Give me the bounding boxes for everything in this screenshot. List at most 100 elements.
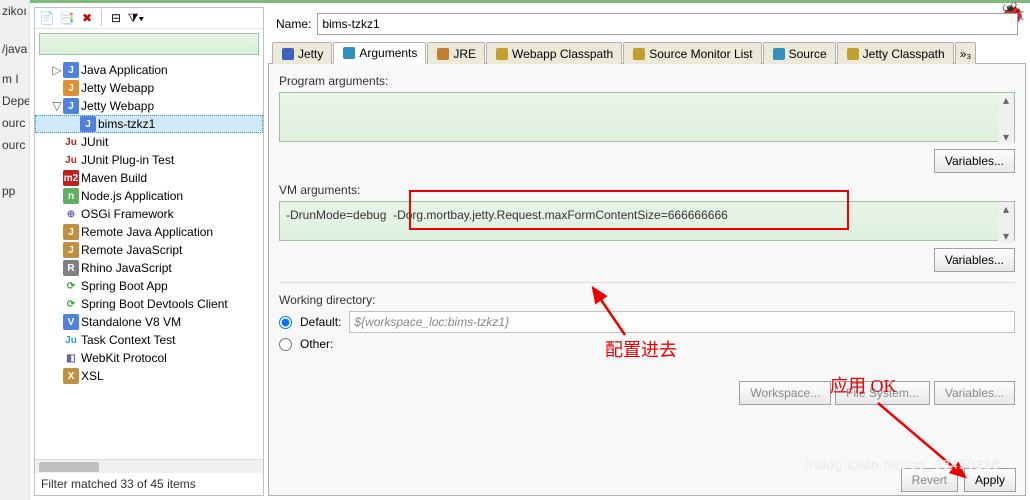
tree-item[interactable]: JuJUnit (35, 133, 263, 151)
wd-default-radio[interactable] (279, 316, 292, 329)
filter-icon[interactable]: ⧩▾ (128, 10, 144, 26)
expander-icon[interactable]: ▽ (51, 99, 63, 113)
tree-item[interactable]: Jbims-tzkz1 (35, 115, 263, 133)
tab-source-monitor-list[interactable]: Source Monitor List (623, 42, 761, 64)
tab-source[interactable]: Source (763, 42, 836, 64)
tree-item[interactable]: JRemote JavaScript (35, 241, 263, 259)
tree-item[interactable]: ▽JJetty Webapp (35, 97, 263, 115)
textarea-scrollbar[interactable]: ▴▾ (998, 202, 1014, 243)
tree-item[interactable]: JuJUnit Plug-in Test (35, 151, 263, 169)
tree-item[interactable]: JuTask Context Test (35, 331, 263, 349)
tree-item-label: Task Context Test (81, 333, 176, 347)
tree-item[interactable]: JJetty Webapp (35, 79, 263, 97)
tree-item[interactable]: ⊕OSGi Framework (35, 205, 263, 223)
config-type-icon: J (63, 242, 79, 258)
tab-icon (436, 47, 450, 61)
duplicate-icon[interactable]: 📑 (59, 10, 75, 26)
vm-args-input[interactable]: -DrunMode=debug -Dorg.mortbay.jetty.Requ… (279, 201, 1015, 241)
name-label: Name: (276, 17, 311, 31)
delete-icon[interactable]: ✖ (79, 10, 95, 26)
apply-button[interactable]: Apply (964, 468, 1016, 492)
tab-icon (495, 47, 509, 61)
collapse-icon[interactable]: ⊟ (108, 10, 124, 26)
workspace-button: Workspace... (739, 381, 831, 405)
tab-label: JRE (453, 47, 476, 61)
working-dir-label: Working directory: (279, 293, 1015, 307)
tab-label: Arguments (359, 46, 417, 60)
tree-item[interactable]: XXSL (35, 367, 263, 385)
tree-item-label: Jetty Webapp (81, 99, 154, 113)
tree-item[interactable]: ⟳Spring Boot App (35, 277, 263, 295)
wd-other-radio[interactable] (279, 338, 292, 351)
tab-icon (772, 47, 786, 61)
config-detail-panel: Name: Jetty Arguments JRE Webapp Classpath S… (268, 7, 1026, 496)
tree-item-label: JUnit Plug-in Test (81, 153, 174, 167)
new-icon[interactable]: 📄 (39, 10, 55, 26)
tree-item-label: Remote JavaScript (81, 243, 182, 257)
tree-item[interactable]: m2Maven Build (35, 169, 263, 187)
tree-item[interactable]: nNode.js Application (35, 187, 263, 205)
config-type-icon: Ju (63, 152, 79, 168)
tab-label: Jetty (298, 47, 323, 61)
tree-item[interactable]: ◧WebKit Protocol (35, 349, 263, 367)
config-type-icon: Ju (63, 134, 79, 150)
tab-icon (632, 47, 646, 61)
tabs-overflow-button[interactable]: »₃ (955, 42, 977, 64)
config-type-icon: m2 (63, 170, 79, 186)
config-type-icon: ⟳ (63, 296, 79, 312)
config-type-icon: J (63, 62, 79, 78)
tree-item[interactable]: RRhino JavaScript (35, 259, 263, 277)
variables-button: Variables... (934, 381, 1015, 405)
tab-jetty-classpath[interactable]: Jetty Classpath (837, 42, 954, 64)
tree-item[interactable]: JRemote Java Application (35, 223, 263, 241)
tree-item-label: OSGi Framework (81, 207, 174, 221)
config-type-icon: V (63, 314, 79, 330)
tree-item-label: WebKit Protocol (81, 351, 167, 365)
tree-item-label: bims-tzkz1 (98, 117, 155, 131)
tab-icon (342, 46, 356, 60)
revert-button: Revert (901, 468, 958, 492)
dialog-footer: RevertApply (901, 468, 1016, 492)
tree-item[interactable]: VStandalone V8 VM (35, 313, 263, 331)
tree-item-label: Rhino JavaScript (81, 261, 172, 275)
tab-icon (846, 47, 860, 61)
config-type-icon: X (63, 368, 79, 384)
launch-config-sidebar: 📄 📑 ✖ ⊟ ⧩▾ ▷JJava ApplicationJJetty Weba… (34, 7, 264, 496)
tree-item[interactable]: ▷JJava Application (35, 61, 263, 79)
tree-item-label: Java Application (81, 63, 168, 77)
file-system-button: File System... (835, 381, 930, 405)
main-panel: 🐞 📄 📑 ✖ ⊟ ⧩▾ ▷JJava ApplicationJJetty We… (30, 0, 1030, 500)
tab-label: Jetty Classpath (863, 47, 945, 61)
tree-item-label: Spring Boot Devtools Client (81, 297, 228, 311)
tree-item-label: Node.js Application (81, 189, 183, 203)
tree-item[interactable]: ⟳Spring Boot Devtools Client (35, 295, 263, 313)
wd-default-label: Default: (300, 315, 341, 329)
config-type-icon: J (63, 224, 79, 240)
tab-label: Source Monitor List (649, 47, 752, 61)
tab-arguments[interactable]: Arguments (333, 42, 426, 64)
tab-label: Webapp Classpath (512, 47, 613, 61)
tree-item-label: Remote Java Application (81, 225, 213, 239)
program-variables-button[interactable]: Variables... (934, 149, 1015, 173)
horizontal-scrollbar[interactable] (35, 459, 263, 473)
filter-input[interactable] (39, 33, 259, 55)
tree-item-label: JUnit (81, 135, 108, 149)
tab-jre[interactable]: JRE (427, 42, 485, 64)
vm-variables-button[interactable]: Variables... (934, 248, 1015, 272)
tree-item-label: Maven Build (81, 171, 147, 185)
textarea-scrollbar[interactable]: ▴▾ (998, 93, 1014, 144)
config-tree[interactable]: ▷JJava ApplicationJJetty Webapp▽JJetty W… (35, 59, 263, 459)
wd-other-label: Other: (300, 337, 333, 351)
config-type-icon: J (63, 80, 79, 96)
tab-jetty[interactable]: Jetty (272, 42, 332, 64)
vm-args-label: VM arguments: (279, 183, 1015, 197)
config-type-icon: n (63, 188, 79, 204)
config-type-icon: ⊕ (63, 206, 79, 222)
program-args-input[interactable] (279, 92, 1015, 142)
tab-icon (281, 47, 295, 61)
name-input[interactable] (317, 13, 1018, 35)
sidebar-toolbar: 📄 📑 ✖ ⊟ ⧩▾ (35, 8, 263, 29)
arguments-tab-body: Program arguments: ▴▾ Variables... VM ar… (268, 64, 1026, 496)
tab-webapp-classpath[interactable]: Webapp Classpath (486, 42, 622, 64)
expander-icon[interactable]: ▷ (51, 63, 63, 77)
